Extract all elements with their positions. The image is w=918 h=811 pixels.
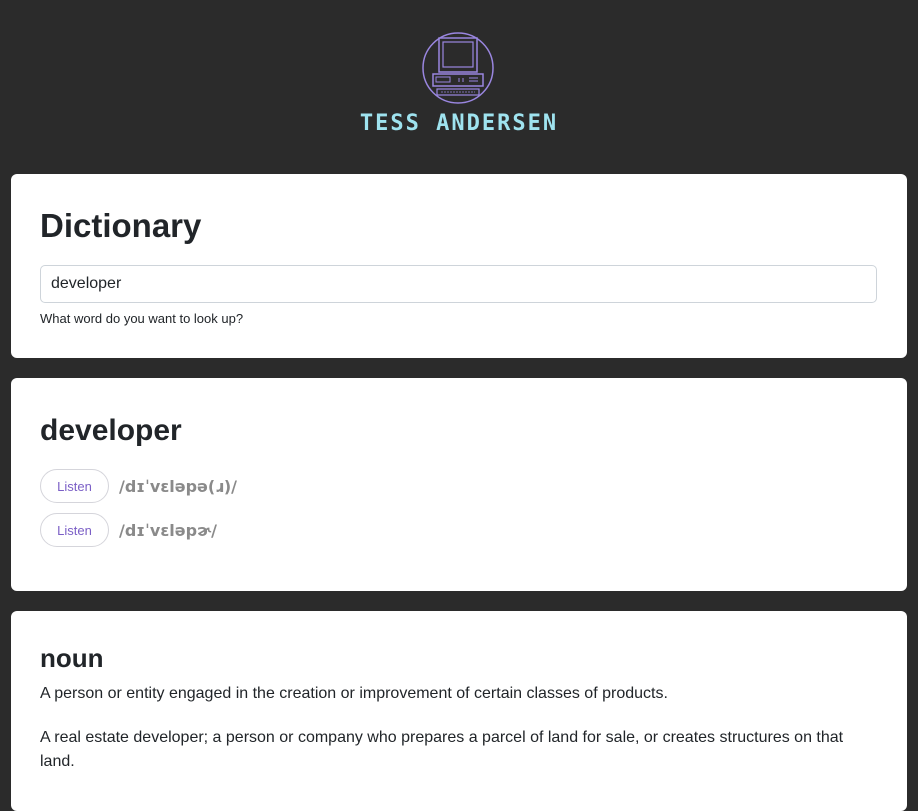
phonetic-text: /dɪˈvɛləpə(ɹ)/	[119, 476, 237, 496]
brand-name: TESS ANDERSEN	[359, 111, 559, 136]
search-input[interactable]	[40, 265, 877, 303]
page-title: Dictionary	[40, 207, 202, 244]
site-header: TESS ANDERSEN	[0, 0, 918, 174]
retro-computer-icon[interactable]	[421, 31, 495, 105]
search-help-text: What word do you want to look up?	[40, 311, 244, 326]
part-of-speech: noun	[40, 643, 104, 673]
phonetic-row: Listen /dɪˈvɛləpɚ/	[40, 513, 217, 547]
word-heading: developer	[40, 414, 182, 447]
definition-item: A real estate developer; a person or com…	[40, 729, 844, 770]
listen-button[interactable]: Listen	[40, 469, 109, 503]
word-card: developer Listen /dɪˈvɛləpə(ɹ)/ Listen /…	[11, 378, 907, 591]
phonetic-text: /dɪˈvɛləpɚ/	[119, 520, 217, 540]
search-card: Dictionary What word do you want to look…	[11, 174, 907, 358]
phonetic-row: Listen /dɪˈvɛləpə(ɹ)/	[40, 469, 237, 503]
meaning-card: noun A person or entity engaged in the c…	[11, 611, 907, 811]
listen-button[interactable]: Listen	[40, 513, 109, 547]
definition-item: A person or entity engaged in the creati…	[40, 685, 668, 702]
